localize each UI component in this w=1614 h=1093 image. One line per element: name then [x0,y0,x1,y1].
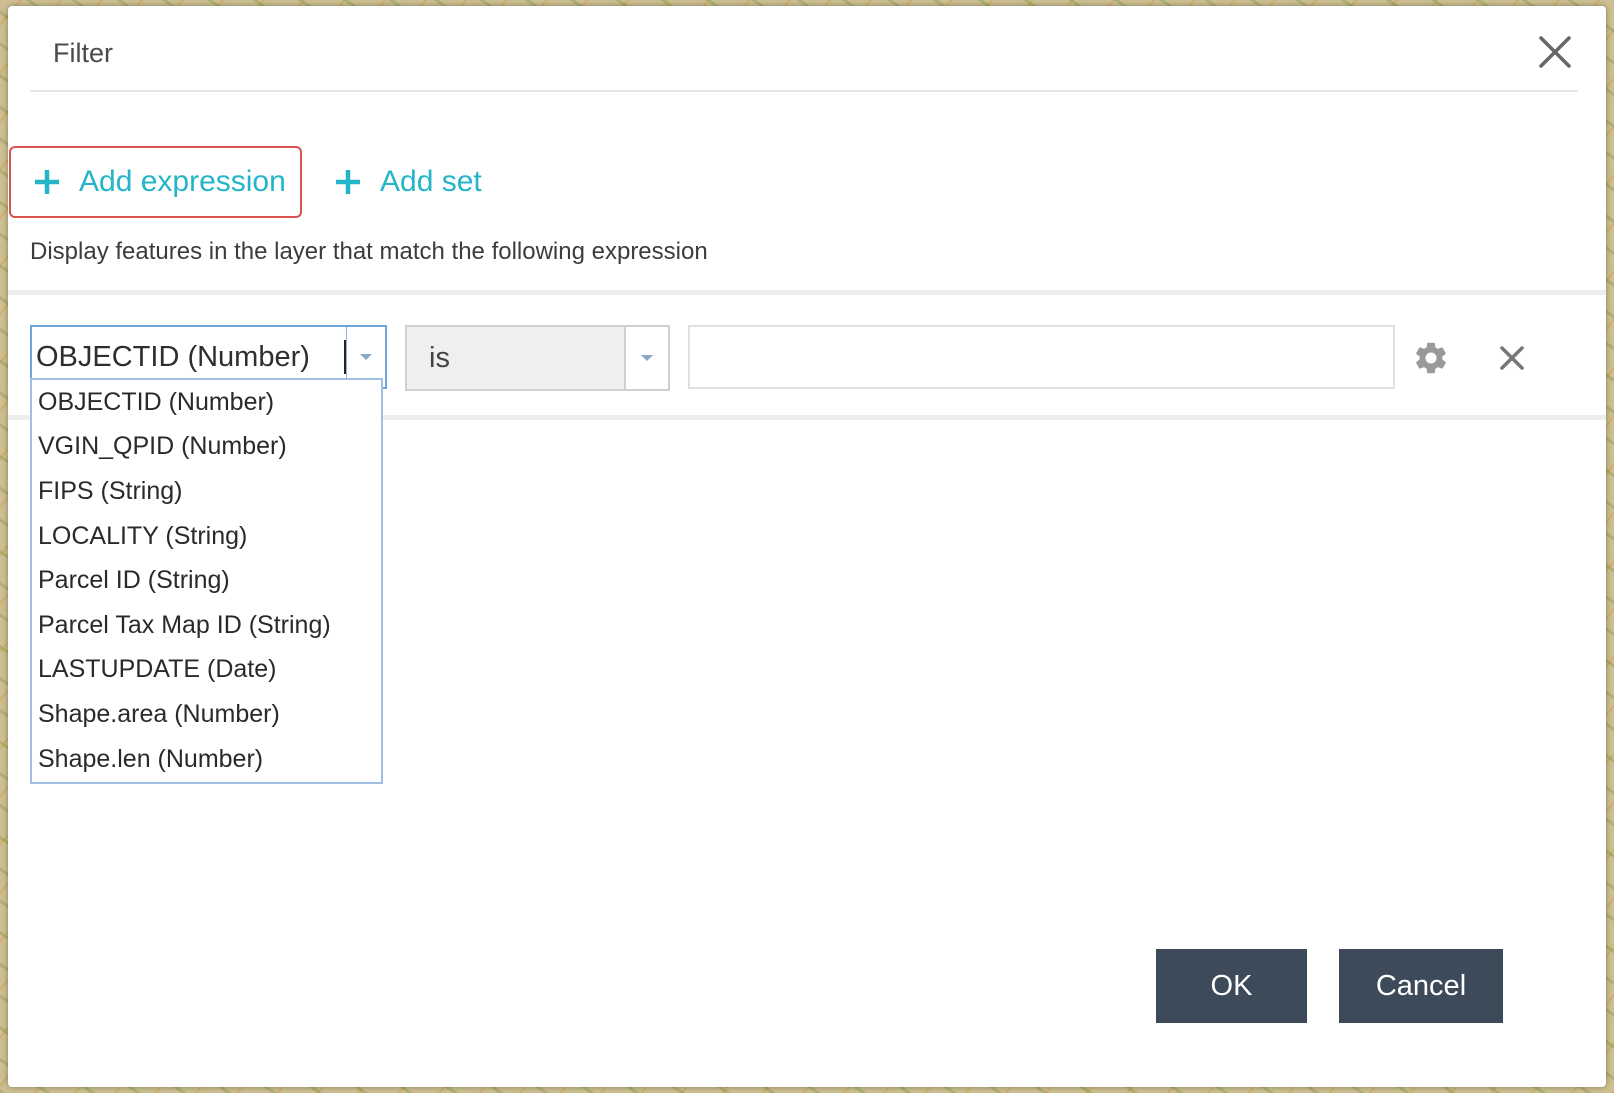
dropdown-option-lastupdate[interactable]: LASTUPDATE (Date) [32,648,381,693]
dialog-title: Filter [53,38,113,68]
title-divider [30,90,1578,92]
cancel-button[interactable]: Cancel [1339,949,1503,1023]
filter-description: Display features in the layer that match… [30,238,708,265]
dropdown-option-shape-len[interactable]: Shape.len (Number) [32,737,381,782]
add-set-button[interactable]: Add set [334,148,482,216]
close-icon [1539,36,1571,68]
dropdown-option-fips[interactable]: FIPS (String) [32,469,381,514]
chevron-down-icon [360,354,372,360]
plus-icon [336,170,360,194]
plus-icon [35,170,59,194]
operator-select-value: is [429,341,450,374]
filter-dialog: Filter Add expression Add set Display fe… [8,6,1606,1087]
dropdown-option-objectid[interactable]: OBJECTID (Number) [32,380,381,425]
add-expression-button[interactable]: Add expression [9,146,302,218]
remove-expression-button[interactable] [1496,342,1528,374]
field-dropdown-list: OBJECTID (Number) VGIN_QPID (Number) FIP… [30,378,383,784]
dropdown-option-locality[interactable]: LOCALITY (String) [32,514,381,559]
ok-button[interactable]: OK [1156,949,1307,1023]
add-expression-label: Add expression [79,165,286,198]
dropdown-option-vgin-qpid[interactable]: VGIN_QPID (Number) [32,425,381,470]
gear-icon [1416,342,1446,374]
chevron-down-icon [641,355,653,361]
dropdown-option-shape-area[interactable]: Shape.area (Number) [32,692,381,737]
dropdown-option-parcel-tax-map-id[interactable]: Parcel Tax Map ID (String) [32,603,381,648]
dropdown-option-parcel-id[interactable]: Parcel ID (String) [32,558,381,603]
operator-select[interactable]: is [405,325,670,391]
value-input[interactable] [688,325,1395,389]
add-set-label: Add set [380,165,482,198]
operator-dropdown-toggle[interactable] [624,327,668,389]
close-button[interactable] [1533,30,1577,74]
remove-icon [1500,346,1524,370]
field-select-value: OBJECTID (Number) [36,340,310,373]
expression-settings-button[interactable] [1412,339,1450,377]
